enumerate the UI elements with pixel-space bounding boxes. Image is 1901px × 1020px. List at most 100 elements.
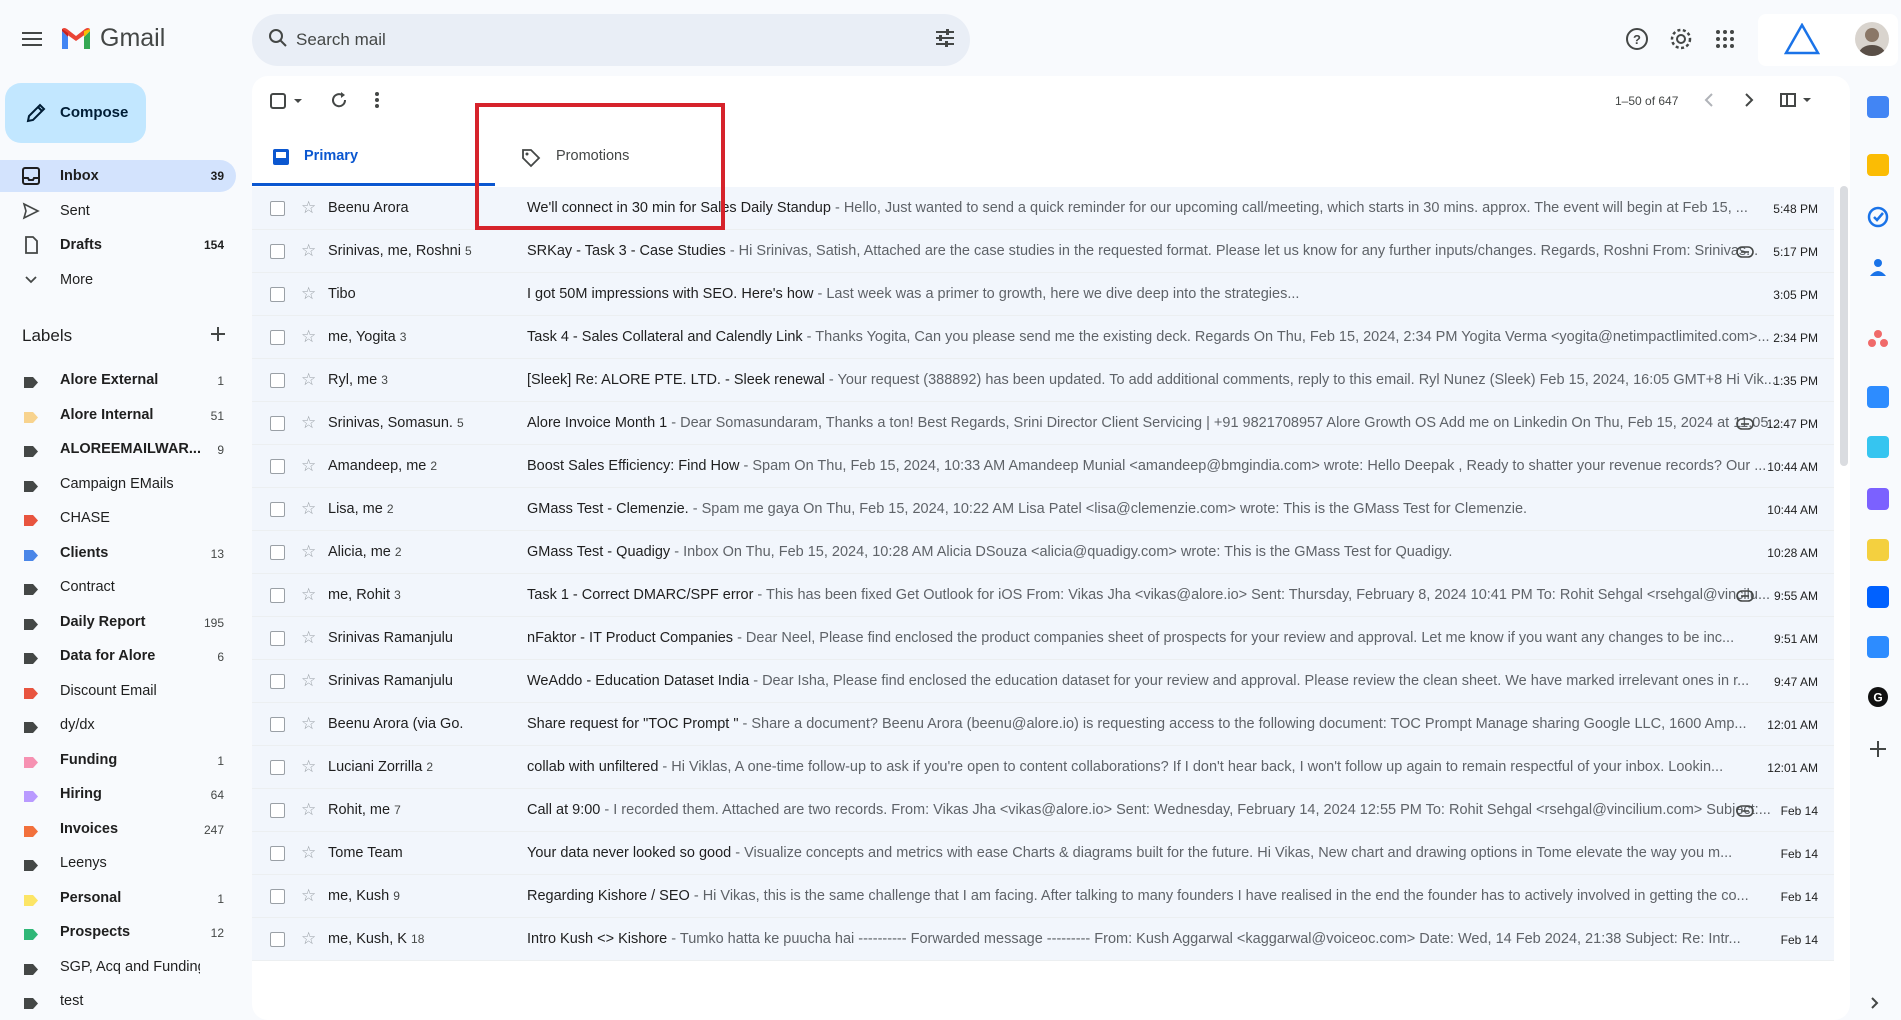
search-options-icon[interactable] <box>934 28 956 53</box>
table-row[interactable]: ☆ Beenu Arora (via Go. Share request for … <box>252 703 1834 746</box>
table-row[interactable]: ☆ Srinivas, me, Roshni 5 SRKay - Task 3 - … <box>252 230 1834 273</box>
main-menu-icon[interactable] <box>14 21 50 57</box>
row-checkbox[interactable] <box>270 631 285 646</box>
star-icon[interactable]: ☆ <box>301 887 316 904</box>
table-row[interactable]: ☆ me, Yogita 3 Task 4 - Sales Collateral a… <box>252 316 1834 359</box>
row-checkbox[interactable] <box>270 588 285 603</box>
contacts-icon[interactable] <box>1867 256 1889 278</box>
row-checkbox[interactable] <box>270 416 285 431</box>
star-icon[interactable]: ☆ <box>301 371 316 388</box>
calendar-icon[interactable] <box>1867 96 1889 118</box>
search-icon[interactable] <box>268 28 288 53</box>
keep-icon[interactable] <box>1867 154 1889 176</box>
label-item[interactable]: Daily Report 195 <box>0 607 236 637</box>
expand-side-panel-icon[interactable] <box>1870 996 1880 1015</box>
attachment-icon[interactable] <box>1736 804 1754 817</box>
tab-promotions[interactable]: Promotions <box>495 134 725 186</box>
row-checkbox[interactable] <box>270 201 285 216</box>
attachment-icon[interactable] <box>1736 245 1754 258</box>
label-item[interactable]: Personal 1 <box>0 883 236 913</box>
table-row[interactable]: ☆ Srinivas Ramanjulu WeAddo - Education D… <box>252 660 1834 703</box>
label-item[interactable]: Campaign EMails <box>0 469 236 499</box>
refresh-icon[interactable] <box>330 91 348 114</box>
row-checkbox[interactable] <box>270 932 285 947</box>
star-icon[interactable]: ☆ <box>301 844 316 861</box>
star-icon[interactable]: ☆ <box>301 715 316 732</box>
star-icon[interactable]: ☆ <box>301 285 316 302</box>
star-icon[interactable]: ☆ <box>301 758 316 775</box>
label-item[interactable]: Leenys <box>0 848 236 878</box>
label-item[interactable]: CHASE <box>0 503 236 533</box>
asana-icon[interactable] <box>1867 328 1889 350</box>
zoom-icon[interactable] <box>1867 386 1889 408</box>
label-item[interactable]: test <box>0 986 236 1016</box>
row-checkbox[interactable] <box>270 373 285 388</box>
nav-item-sent[interactable]: Sent <box>0 195 236 227</box>
row-checkbox[interactable] <box>270 545 285 560</box>
star-icon[interactable]: ☆ <box>301 500 316 517</box>
avatar[interactable] <box>1855 22 1889 56</box>
row-checkbox[interactable] <box>270 717 285 732</box>
more-options-icon[interactable] <box>374 91 380 114</box>
add-label-icon[interactable] <box>210 326 230 346</box>
row-checkbox[interactable] <box>270 287 285 302</box>
star-icon[interactable]: ☆ <box>301 328 316 345</box>
search-input[interactable] <box>296 24 896 56</box>
table-row[interactable]: ☆ Srinivas, Somasun. 5 Alore Invoice Month… <box>252 402 1834 445</box>
star-icon[interactable]: ☆ <box>301 457 316 474</box>
star-icon[interactable]: ☆ <box>301 672 316 689</box>
label-item[interactable]: Clients 13 <box>0 538 236 568</box>
star-icon[interactable]: ☆ <box>301 586 316 603</box>
table-row[interactable]: ☆ Ryl, me 3 [Sleek] Re: ALORE PTE. LTD. - … <box>252 359 1834 402</box>
label-item[interactable]: Contract <box>0 572 236 602</box>
label-item[interactable]: dy/dx <box>0 710 236 740</box>
tasks-icon[interactable] <box>1867 206 1889 228</box>
star-icon[interactable]: ☆ <box>301 414 316 431</box>
prev-page-icon[interactable] <box>1703 92 1715 113</box>
star-icon[interactable]: ☆ <box>301 242 316 259</box>
attachment-icon[interactable] <box>1736 417 1754 430</box>
row-checkbox[interactable] <box>270 846 285 861</box>
table-row[interactable]: ☆ Alicia, me 2 GMass Test - Quadigy - Inbo… <box>252 531 1834 574</box>
next-page-icon[interactable] <box>1743 92 1755 113</box>
table-row[interactable]: ☆ me, Rohit 3 Task 1 - Correct DMARC/SPF e… <box>252 574 1834 617</box>
slack-icon[interactable] <box>1867 436 1889 458</box>
star-icon[interactable]: ☆ <box>301 543 316 560</box>
label-item[interactable]: Funding 1 <box>0 745 236 775</box>
row-checkbox[interactable] <box>270 330 285 345</box>
table-row[interactable]: ☆ Lisa, me 2 GMass Test - Clemenzie. - Spa… <box>252 488 1834 531</box>
row-checkbox[interactable] <box>270 889 285 904</box>
row-checkbox[interactable] <box>270 760 285 775</box>
add-icon[interactable] <box>1867 738 1889 760</box>
nav-item-inbox[interactable]: Inbox 39 <box>0 160 236 192</box>
label-item[interactable]: Alore External 1 <box>0 365 236 395</box>
help-icon[interactable]: ? <box>1623 25 1651 53</box>
label-item[interactable]: Alore Internal 51 <box>0 400 236 430</box>
label-item[interactable]: Prospects 12 <box>0 917 236 947</box>
table-row[interactable]: ☆ Rohit, me 7 Call at 9:00 - I recorded th… <box>252 789 1834 832</box>
table-row[interactable]: ☆ me, Kush 9 Regarding Kishore / SEO - Hi … <box>252 875 1834 918</box>
nav-item-more[interactable]: More <box>0 264 236 296</box>
table-row[interactable]: ☆ me, Kush, K 18 Intro Kush <> Kishore - T… <box>252 918 1834 961</box>
row-checkbox[interactable] <box>270 244 285 259</box>
search-bar[interactable] <box>252 14 970 66</box>
row-checkbox[interactable] <box>270 459 285 474</box>
label-item[interactable]: Invoices 247 <box>0 814 236 844</box>
label-item[interactable]: SGP, Acq and Funding <box>0 952 236 982</box>
label-item[interactable]: Data for Alore 6 <box>0 641 236 671</box>
apps-grid-icon[interactable] <box>1711 25 1739 53</box>
star-icon[interactable]: ☆ <box>301 629 316 646</box>
table-row[interactable]: ☆ Tome Team Your data never looked so goo… <box>252 832 1834 875</box>
row-checkbox[interactable] <box>270 502 285 517</box>
scrollbar[interactable] <box>1840 186 1848 466</box>
star-icon[interactable]: ☆ <box>301 930 316 947</box>
table-row[interactable]: ☆ Luciani Zorrilla 2 collab with unfiltere… <box>252 746 1834 789</box>
tab-primary[interactable]: Primary <box>252 134 495 186</box>
table-row[interactable]: ☆ Tibo I got 50M impressions with SEO. He… <box>252 273 1834 316</box>
row-checkbox[interactable] <box>270 674 285 689</box>
table-row[interactable]: ☆ Amandeep, me 2 Boost Sales Efficiency: F… <box>252 445 1834 488</box>
label-item[interactable]: Hiring 64 <box>0 779 236 809</box>
app-icon[interactable] <box>1867 488 1889 510</box>
settings-gear-icon[interactable] <box>1667 25 1695 53</box>
nav-item-drafts[interactable]: Drafts 154 <box>0 229 236 261</box>
